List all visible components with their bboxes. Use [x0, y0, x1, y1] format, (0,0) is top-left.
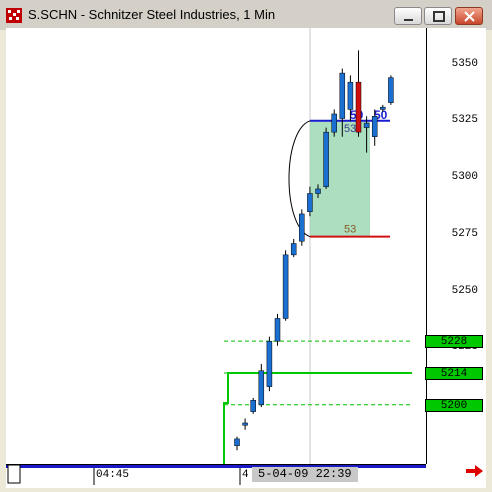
green-step-line [223, 371, 412, 464]
candle-body [290, 243, 297, 256]
candle-body [299, 213, 305, 242]
time-axis[interactable]: 04:45 4 5-04-09 22:39 [6, 464, 426, 485]
maximize-icon [433, 11, 445, 22]
candle-body [363, 122, 370, 128]
price-tag: 5228 [425, 335, 483, 348]
minimize-icon [404, 19, 413, 21]
candle-body [315, 188, 321, 194]
candle-body [355, 81, 362, 133]
time-label: 4 [242, 469, 249, 481]
y-tick-label: 5300 [451, 171, 478, 183]
range-low-label: 53 [344, 224, 356, 236]
scroll-right-arrow-icon[interactable] [466, 464, 484, 478]
candle-body [242, 422, 248, 426]
candle-body [266, 340, 273, 387]
time-axis-track [6, 465, 426, 485]
candlestick-chart: 53535050 [223, 28, 412, 464]
chart-area[interactable]: 53535050 5350 5325 5300 5275 5250 5225 5… [6, 28, 486, 488]
close-button[interactable] [455, 7, 483, 25]
window-title: S.SCHN - Schnitzer Steel Industries, 1 M… [28, 7, 276, 22]
price-tag: 5200 [425, 399, 483, 412]
time-label: 04:45 [96, 469, 130, 481]
candle-body [347, 81, 354, 110]
title-bar: S.SCHN - Schnitzer Steel Industries, 1 M… [0, 0, 492, 30]
price-plot[interactable]: 53535050 [6, 28, 427, 464]
candle-body [380, 106, 386, 110]
candle-body [258, 370, 265, 406]
candle-body [282, 254, 289, 319]
candle-body [371, 116, 378, 137]
y-tick-label: 5250 [451, 285, 478, 297]
candle-body [234, 438, 240, 446]
minimize-button[interactable] [394, 7, 422, 25]
maximize-button[interactable] [424, 7, 452, 25]
candle-body [307, 193, 313, 212]
app-icon [6, 8, 22, 23]
close-icon [464, 11, 475, 22]
price-tag: 5214 [425, 367, 483, 380]
candle-body [323, 131, 329, 187]
candle-body [250, 400, 256, 412]
range-box [310, 120, 370, 237]
range-high-label: 53 [344, 123, 356, 135]
candle-body [388, 77, 394, 103]
y-tick-label: 5275 [451, 228, 478, 240]
y-tick-label: 5350 [451, 58, 478, 70]
cursor-date-label: 5-04-09 22:39 [252, 467, 358, 482]
y-tick-label: 5325 [451, 114, 478, 126]
candle-body [331, 113, 337, 133]
candle-body [339, 72, 346, 119]
candle-body [274, 318, 281, 342]
